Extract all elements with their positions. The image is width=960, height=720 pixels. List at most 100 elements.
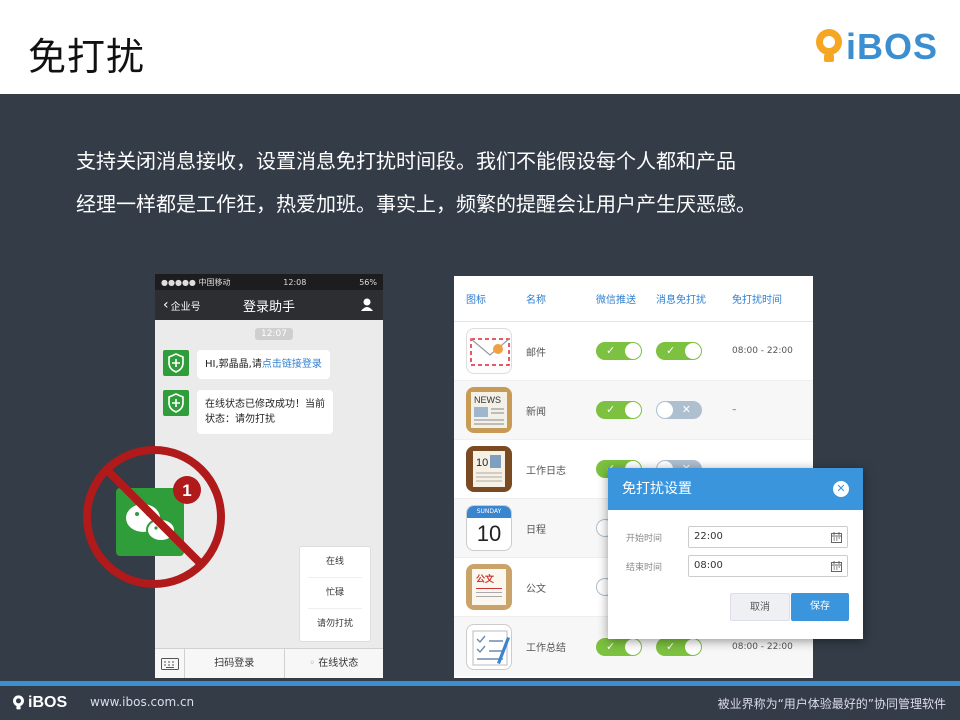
wechat-push-toggle[interactable]: ✓: [596, 637, 642, 656]
mail-icon: [466, 328, 512, 374]
end-time-row: 结束时间 08:00: [626, 555, 848, 577]
message-line: 在线状态已修改成功！当前: [205, 399, 325, 410]
lightbulb-icon: [13, 695, 24, 710]
column-header-icon: 图标: [466, 295, 486, 306]
news-icon: NEWS: [466, 387, 512, 433]
start-time-row: 开始时间 22:00: [626, 526, 848, 548]
check-icon: ✓: [606, 344, 616, 357]
table-row: 邮件 ✓ ✓ 08:00 - 22:00: [454, 322, 813, 381]
back-button[interactable]: ‹ 企业号: [163, 297, 201, 313]
footer-url[interactable]: www.ibos.com.cn: [90, 695, 194, 709]
keyboard-icon: [160, 657, 179, 670]
end-time-input[interactable]: 08:00: [688, 555, 848, 577]
column-header-wechat-push: 微信推送: [596, 295, 636, 306]
cancel-button[interactable]: 取消: [730, 593, 790, 621]
app-name: 邮件: [526, 347, 546, 359]
online-status-button[interactable]: ◦ 在线状态: [285, 649, 384, 679]
check-icon: ✓: [606, 639, 616, 653]
user-icon[interactable]: [361, 298, 373, 311]
dot-icon: ◦: [309, 657, 319, 669]
message-line: 状态：请勿打扰: [205, 414, 275, 425]
login-link[interactable]: 点击链接登录: [262, 359, 322, 370]
table-row: NEWS 新闻 ✓ ✕ –: [454, 381, 813, 440]
scan-login-button[interactable]: 扫码登录: [185, 648, 285, 678]
calendar-icon[interactable]: [831, 532, 842, 543]
menu-item-busy[interactable]: 忙碌: [308, 578, 362, 609]
page-title: 免打扰: [28, 35, 146, 79]
badge-count: 1: [182, 481, 191, 500]
message-timestamp: 12:07: [255, 328, 293, 340]
nav-bar: ‹ 企业号 登录助手: [155, 290, 383, 320]
check-icon: ✓: [666, 344, 676, 357]
close-icon[interactable]: ✕: [833, 481, 849, 497]
shield-icon: [168, 393, 184, 413]
save-button[interactable]: 保存: [791, 593, 849, 621]
diary-icon: 10: [466, 446, 512, 492]
column-header-dnd-time: 免打扰时间: [732, 295, 782, 306]
lightbulb-icon: [815, 29, 842, 62]
dnd-toggle[interactable]: ✓: [656, 637, 702, 656]
message-bubble: HI,郭晶晶,请点击链接登录: [197, 350, 330, 379]
footer-brand: iBOS: [12, 694, 67, 712]
brand-logo: iBOS: [814, 26, 938, 68]
start-time-label: 开始时间: [626, 533, 663, 544]
description-line-1: 支持关闭消息接收，设置消息免打扰时间段。我们不能假设每个人都和产品: [76, 149, 736, 173]
dnd-toggle[interactable]: ✓: [656, 342, 702, 360]
calendar-icon[interactable]: [831, 561, 842, 572]
calendar-day: 10: [476, 521, 502, 546]
app-name: 公文: [526, 583, 546, 595]
no-wechat-sign: 1: [83, 446, 225, 588]
wechat-push-toggle[interactable]: ✓: [596, 401, 642, 419]
app-name: 新闻: [526, 406, 546, 418]
app-name: 日程: [526, 524, 546, 536]
start-time-value: 22:00: [694, 531, 723, 542]
x-icon: ✕: [681, 403, 691, 416]
description: 支持关闭消息接收，设置消息免打扰时间段。我们不能假设每个人都和产品 经理一样都是…: [76, 140, 896, 226]
column-header-dnd: 消息免打扰: [656, 295, 706, 306]
app-name: 工作总结: [526, 643, 566, 654]
bottom-bar: 扫码登录 ◦ 在线状态: [155, 648, 383, 678]
chat-message: 在线状态已修改成功！当前 状态：请勿打扰: [163, 390, 333, 434]
keyboard-button[interactable]: [155, 648, 185, 678]
modal-title: 免打扰设置: [622, 481, 692, 497]
report-icon: [466, 623, 512, 670]
status-bar: ●●●●● 中国移动 12:08 56%: [155, 274, 383, 290]
menu-item-online[interactable]: 在线: [308, 547, 362, 578]
document-label: 公文: [476, 575, 495, 585]
online-status-label: 在线状态: [318, 657, 359, 669]
menu-item-dnd[interactable]: 请勿打扰: [308, 609, 362, 640]
carrier-label: ●●●●● 中国移动: [161, 277, 231, 287]
dnd-toggle[interactable]: ✕: [656, 401, 702, 419]
check-icon: ✓: [606, 403, 616, 416]
footer-brand-name: iBOS: [28, 694, 68, 711]
footer-slogan: 被业界称为“用户体验最好的”协同管理软件: [717, 697, 946, 711]
dnd-time: –: [732, 405, 737, 415]
table-header: 图标 名称 微信推送 消息免打扰 免打扰时间: [454, 276, 813, 322]
start-time-input[interactable]: 22:00: [688, 526, 848, 548]
dnd-time: 08:00 - 22:00: [732, 346, 793, 356]
footer: iBOS www.ibos.com.cn 被业界称为“用户体验最好的”协同管理软…: [0, 686, 960, 720]
end-time-label: 结束时间: [626, 562, 663, 573]
dnd-settings-modal: 免打扰设置 ✕ 开始时间 22:00 结束时间 08:00 取消 保存: [608, 468, 863, 639]
calendar-month: SUNDAY: [467, 506, 511, 518]
shield-avatar: [163, 390, 189, 416]
brand-name: iBOS: [845, 26, 938, 67]
message-bubble: 在线状态已修改成功！当前 状态：请勿打扰: [197, 390, 333, 434]
shield-icon: [168, 353, 184, 373]
battery-label: 56%: [359, 277, 377, 287]
app-name: 工作日志: [526, 465, 566, 477]
check-icon: ✓: [666, 639, 676, 653]
calendar-icon: SUNDAY 10: [466, 505, 512, 551]
shield-avatar: [163, 350, 189, 376]
svg-text:10: 10: [476, 457, 488, 469]
chat-message: HI,郭晶晶,请点击链接登录: [163, 350, 330, 379]
modal-header: 免打扰设置 ✕: [608, 468, 863, 510]
description-line-2: 经理一样都是工作狂，热爱加班。事实上，频繁的提醒会让用户产生厌恶感。: [76, 192, 756, 216]
end-time-value: 08:00: [694, 560, 723, 571]
message-text: HI,郭晶晶,请: [205, 359, 262, 370]
back-label: 企业号: [170, 301, 201, 313]
wechat-push-toggle[interactable]: ✓: [596, 342, 642, 360]
dnd-time: 08:00 - 22:00: [732, 641, 793, 652]
svg-text:NEWS: NEWS: [474, 395, 501, 405]
chevron-left-icon: ‹: [163, 297, 169, 313]
